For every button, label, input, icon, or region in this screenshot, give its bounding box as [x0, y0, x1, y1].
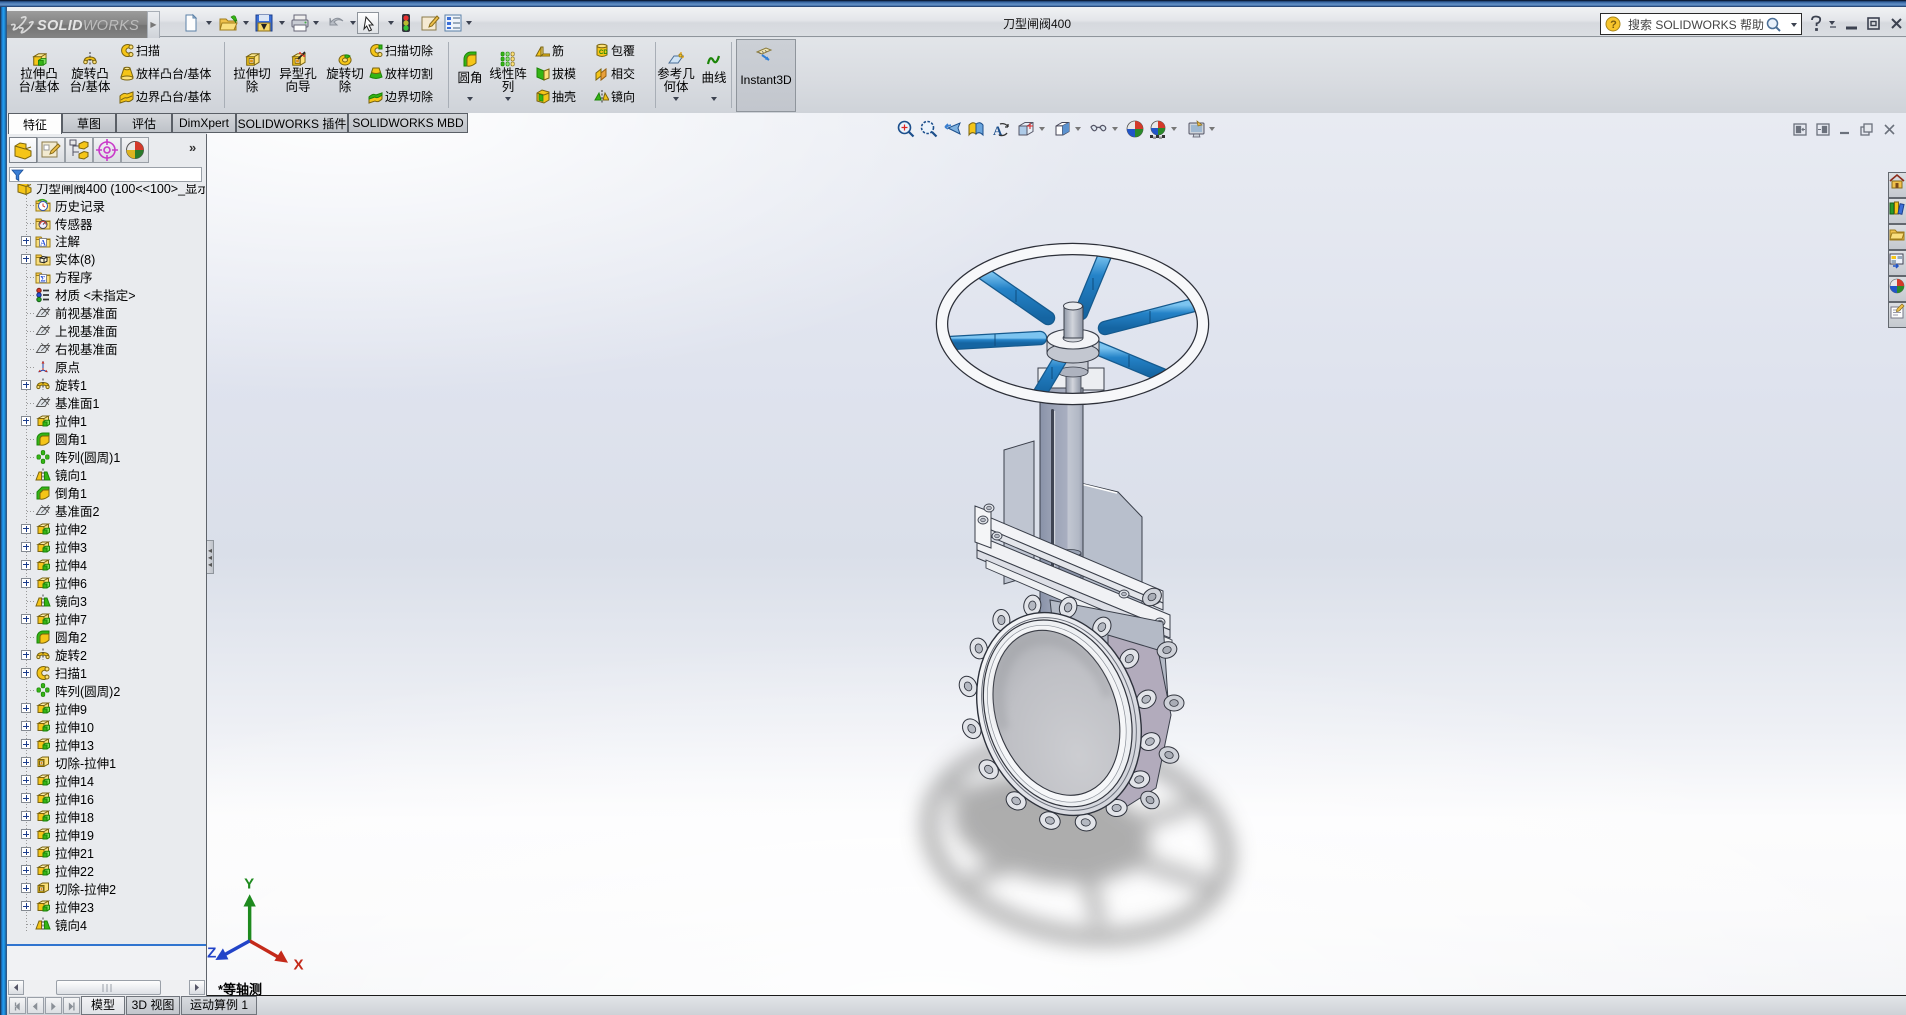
- svg-text:?: ?: [1610, 19, 1617, 31]
- svg-text:SOLIDWORKS: SOLIDWORKS: [37, 18, 139, 34]
- svg-text:A: A: [40, 238, 46, 247]
- svg-text:Σ: Σ: [40, 274, 45, 283]
- svg-text:Z: Z: [207, 944, 216, 961]
- svg-text:Y: Y: [244, 876, 254, 893]
- svg-text:X: X: [294, 957, 304, 971]
- svg-text:CD: CD: [599, 50, 608, 56]
